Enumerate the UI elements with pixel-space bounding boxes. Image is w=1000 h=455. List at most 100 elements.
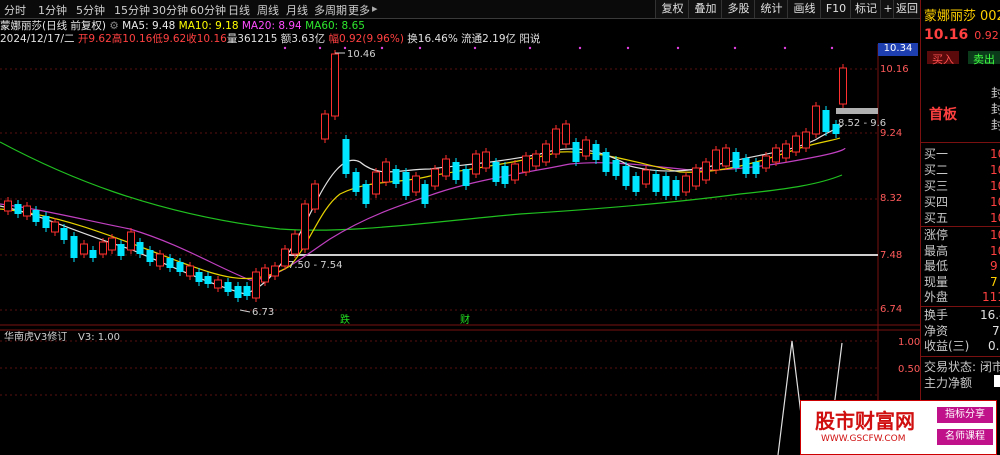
signal-mark-2: 财 xyxy=(460,313,470,326)
multi-stock-button[interactable]: 多股 xyxy=(721,0,755,18)
panel-stock-title: 蒙娜丽莎002 xyxy=(924,9,1000,24)
main-force-label: 主力净额 xyxy=(924,376,973,390)
candle-body xyxy=(99,241,107,255)
candle-body xyxy=(452,162,460,180)
candle-body xyxy=(352,172,360,192)
resist-annotation: 8.52 - 9.6 xyxy=(838,118,886,129)
candle-body xyxy=(392,169,400,184)
candle-body xyxy=(522,155,530,173)
period-tab-monthly[interactable]: 月线 xyxy=(286,2,308,18)
scroll-handle[interactable] xyxy=(994,375,1000,387)
f10-button[interactable]: F10 xyxy=(820,0,851,18)
candle-body xyxy=(622,166,630,186)
period-tab-60min[interactable]: 60分钟 xyxy=(190,2,226,18)
period-tab-weekly[interactable]: 周线 xyxy=(257,2,279,18)
indicator-name: 华南虎V3修订 xyxy=(4,330,67,343)
candle-body xyxy=(372,171,380,195)
resistance-band xyxy=(836,108,878,114)
candle-body xyxy=(176,262,184,272)
candle-body xyxy=(271,265,279,277)
candle-body xyxy=(782,143,790,159)
high-annotation: 10.46 xyxy=(347,49,376,60)
candle-body xyxy=(362,184,370,204)
candle-body xyxy=(662,176,670,196)
candle-body xyxy=(442,158,450,177)
candle-body xyxy=(742,158,750,174)
fundamentals-list: 换手16.4 净资7 收益(三)0.3 xyxy=(924,308,1000,353)
period-tab-30min[interactable]: 30分钟 xyxy=(152,2,188,18)
watermark-tag-indicator: 指标分享 xyxy=(937,407,993,423)
candle-body xyxy=(412,175,420,193)
back-button[interactable]: 返回 xyxy=(893,0,920,18)
candle-body xyxy=(501,166,509,184)
candle-body xyxy=(592,144,600,160)
candle-body xyxy=(652,174,660,192)
adjust-button[interactable]: 复权 xyxy=(655,0,689,18)
candle-body xyxy=(146,250,154,262)
candle-body xyxy=(431,168,439,187)
candle-body xyxy=(321,113,329,140)
candlestick-series xyxy=(4,50,847,302)
panel-price: 10.16 0.92 xyxy=(924,27,999,43)
candle-body xyxy=(60,228,68,240)
indicator-axis-label: 0.50 xyxy=(898,364,921,375)
period-tab-5min[interactable]: 5分钟 xyxy=(76,2,105,18)
candle-body xyxy=(342,139,350,174)
candle-body xyxy=(822,110,830,132)
mark-button[interactable]: 标记 xyxy=(850,0,881,18)
limit-seal-column: 封封封 xyxy=(991,86,1000,132)
candle-body xyxy=(214,279,222,289)
candle-body xyxy=(492,162,500,182)
candle-body xyxy=(331,53,339,117)
indicator-axis-label: 1.00 xyxy=(898,337,921,348)
candle-body xyxy=(511,163,519,181)
ma-info-bar: 蒙娜丽莎(日线 前复权) ⚙ MA5: 9.48 MA10: 9.18 MA20… xyxy=(0,18,880,32)
candle-body xyxy=(89,250,97,258)
candle-body xyxy=(382,161,390,183)
period-tab-1min[interactable]: 1分钟 xyxy=(38,2,67,18)
candle-body xyxy=(772,147,780,163)
candle-body xyxy=(421,184,429,204)
candle-body xyxy=(482,151,490,169)
period-tab-intraday[interactable]: 分时 xyxy=(4,2,26,18)
sell-button[interactable]: 卖出 xyxy=(968,51,1000,66)
candle-body xyxy=(802,131,810,149)
period-tab-15min[interactable]: 15分钟 xyxy=(114,2,150,18)
more-arrow-icon[interactable]: ▸ xyxy=(372,2,378,15)
candle-body xyxy=(291,233,299,255)
candle-body xyxy=(70,236,78,258)
price-axis-label: 8.32 xyxy=(880,193,903,204)
draw-line-button[interactable]: 画线 xyxy=(787,0,821,18)
candle-body xyxy=(702,161,710,181)
signal-mark-1: 跌 xyxy=(340,313,350,326)
candle-body xyxy=(712,149,720,171)
period-tab-daily[interactable]: 日线 xyxy=(228,2,250,18)
candle-body xyxy=(692,167,700,187)
candle-body xyxy=(582,139,590,157)
candle-body xyxy=(301,203,309,250)
period-toolbar: 分时 1分钟 5分钟 15分钟 30分钟 60分钟 日线 周线 月线 多周期 更… xyxy=(0,0,920,19)
candle-body xyxy=(682,175,690,193)
candle-body xyxy=(156,253,164,267)
buy-button[interactable]: 买入 xyxy=(927,51,959,66)
stats-list: 涨停10 最高10 最低9 现量7 外盘1112 xyxy=(924,228,1000,304)
candle-body xyxy=(4,200,12,212)
candle-body xyxy=(402,172,410,196)
kline-chart[interactable]: 10.46 6.73 7.50 - 7.54 8.52 - 9.6 跌 财 华南… xyxy=(0,44,920,455)
candle-body xyxy=(602,152,610,172)
support-annotation: 7.50 - 7.54 xyxy=(288,260,343,271)
quote-panel: 蒙娜丽莎002 10.160.92 买入 卖出 首板 封封封 买一10 买二10… xyxy=(920,0,1000,455)
trade-status: 交易状态: 闭市 xyxy=(924,360,1000,374)
candle-body xyxy=(195,272,203,282)
current-price-tag: 10.34 xyxy=(878,43,918,56)
candle-body xyxy=(252,271,260,299)
candle-body xyxy=(166,258,174,268)
candle-body xyxy=(612,160,620,176)
candle-body xyxy=(32,210,40,222)
period-tab-multi[interactable]: 多周期 xyxy=(314,2,347,18)
candle-body xyxy=(552,128,560,155)
candle-body xyxy=(311,183,319,210)
stats-button[interactable]: 统计 xyxy=(754,0,788,18)
overlay-button[interactable]: 叠加 xyxy=(688,0,722,18)
period-tab-more[interactable]: 更多 xyxy=(348,2,370,18)
